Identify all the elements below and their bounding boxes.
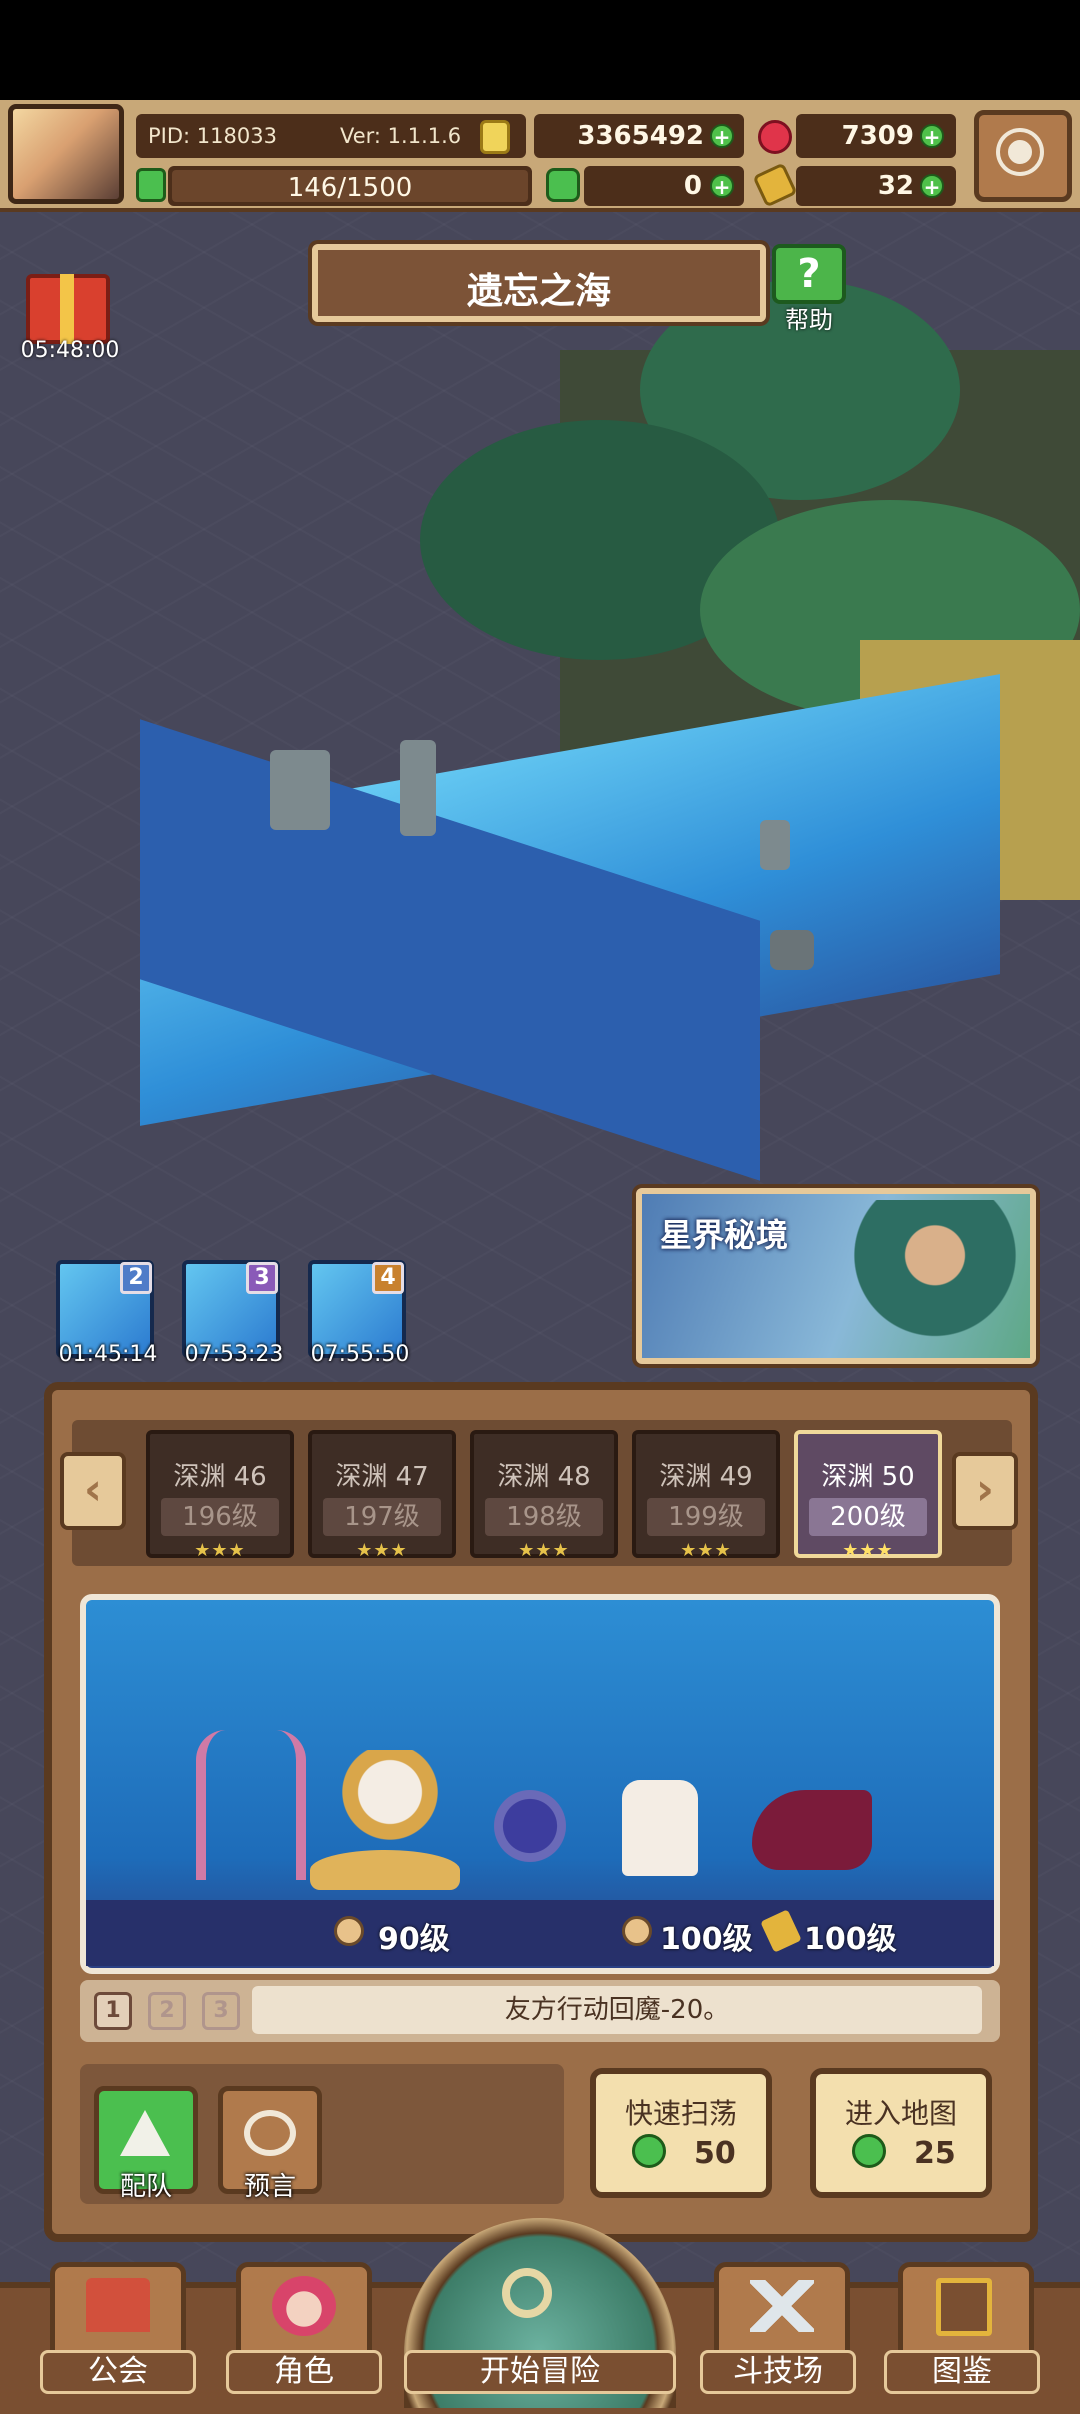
crossed-swords-icon [750,2280,814,2332]
portal-badge: 3 [246,1262,278,1294]
key-amount: 32 [877,171,914,201]
level-icon [334,1916,364,1946]
nav-guild-label: 公会 [40,2350,196,2394]
enemy-clam [490,1790,570,1870]
next-stage-button[interactable]: › [952,1452,1018,1530]
character-icon [272,2276,336,2336]
crystal-ball-icon [244,2110,296,2156]
stage-name: 深渊 49 [659,1462,753,1492]
stage-stars: ★★★ [680,1540,732,1561]
rock [770,930,814,970]
portal-timer: 07:53:23 [184,1342,284,1367]
player-avatar[interactable] [8,104,124,204]
game-version: Ver: 1.1.1.6 [340,124,462,148]
book-icon [936,2278,992,2336]
location-title: 遗忘之海 [466,271,611,312]
portal-badge: 4 [372,1262,404,1294]
add-clover-button[interactable]: + [710,174,734,198]
stamina-gem-icon [136,168,166,202]
coral [196,1730,306,1880]
gift-ribbon [60,274,74,344]
add-gold-button[interactable]: + [710,124,734,148]
guild-icon [86,2278,150,2332]
portal-timer: 01:45:14 [58,1342,158,1367]
stage-stars: ★★★ [842,1540,894,1561]
enter-map-button[interactable] [810,2068,992,2198]
stage-level: 196级 [161,1498,279,1536]
team-label: 配队 [119,2172,172,2202]
portal-badge: 2 [120,1262,152,1294]
stage-level: 198级 [485,1498,603,1536]
skill-tab-1[interactable]: 1 [94,1992,132,2030]
clover-amount: 0 [683,171,702,201]
nav-arena-label: 斗技场 [700,2350,856,2394]
enemy-level: 100级 [660,1922,753,1957]
stamina-value: 146/1500 [287,173,413,203]
add-ruby-button[interactable]: + [920,124,944,148]
mermaid-portrait [850,1200,1020,1358]
stage-name: 深渊 50 [821,1462,915,1492]
gold-coin-icon [480,120,510,154]
magnifier-icon [502,2268,552,2318]
stage-name: 深渊 46 [173,1462,267,1492]
stamina-gem-icon [632,2134,666,2168]
stage-stars: ★★★ [194,1540,246,1561]
rock [400,740,436,836]
rock [760,820,790,870]
player-id: PID: 118033 [148,124,277,148]
skill-tab-2[interactable]: 2 [148,1992,186,2030]
nav-adventure-label: 开始冒险 [404,2350,676,2394]
stage-50[interactable] [794,1430,942,1558]
stage-level: 199级 [647,1498,765,1536]
add-key-button[interactable]: + [920,174,944,198]
prophecy-label: 预言 [243,2172,296,2202]
gear-icon [1000,132,1040,172]
enemy-mermaid-tail [752,1790,872,1870]
quick-sweep-label: 快速扫荡 [624,2097,737,2130]
clover-icon [546,168,580,202]
stage-level: 200级 [809,1498,927,1536]
stage-level: 197级 [323,1498,441,1536]
help-button[interactable]: ? [772,244,846,304]
stage-49[interactable] [632,1430,780,1558]
enemy-level: 90级 [378,1922,450,1957]
shell [310,1850,460,1890]
stage-46[interactable] [146,1430,294,1558]
stage-name: 深渊 47 [335,1462,429,1492]
prev-stage-button[interactable]: ‹ [60,1452,126,1530]
enemy-level: 100级 [804,1922,897,1957]
stage-48[interactable] [470,1430,618,1558]
skill-tab-3[interactable]: 3 [202,1992,240,2030]
level-icon [622,1916,652,1946]
quick-sweep-cost: 50 [694,2136,736,2171]
rock [270,750,330,830]
quick-sweep-button[interactable] [590,2068,772,2198]
enter-map-cost: 25 [914,2136,956,2171]
gift-timer: 05:48:00 [20,338,120,363]
stage-stars: ★★★ [518,1540,570,1561]
skill-description: 友方行动回魔-20。 [252,1986,982,2034]
enter-map-label: 进入地图 [844,2097,957,2130]
stamina-gem-icon [852,2134,886,2168]
help-label: 帮助 [785,306,833,334]
nav-character-label: 角色 [226,2350,382,2394]
stage-name: 深渊 48 [497,1462,591,1492]
ruby-amount: 7309 [841,121,914,151]
nav-codex-label: 图鉴 [884,2350,1040,2394]
portal-timer: 07:55:50 [310,1342,410,1367]
stage-stars: ★★★ [356,1540,408,1561]
star-realm-title: 星界秘境 [660,1216,789,1254]
enemy-white-cat [622,1780,698,1876]
gold-amount: 3365492 [577,121,704,151]
stage-47[interactable] [308,1430,456,1558]
ruby-icon [758,120,792,154]
